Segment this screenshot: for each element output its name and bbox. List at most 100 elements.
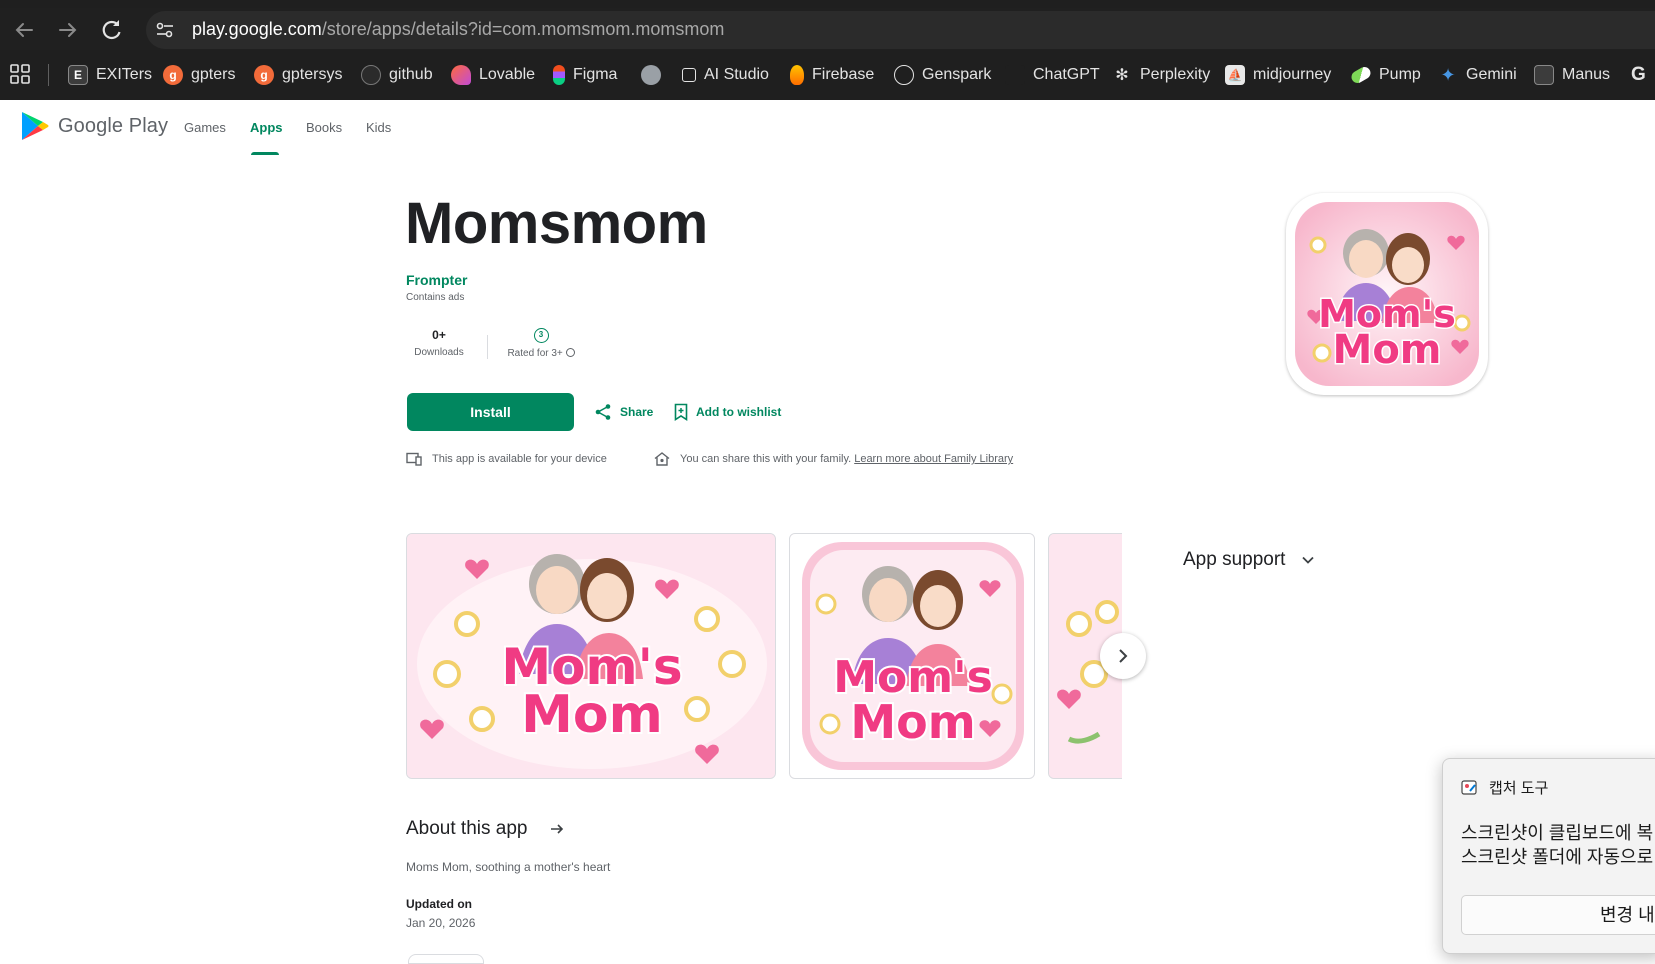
apps-grid-icon[interactable]: [10, 64, 30, 84]
browser-chrome: play.google.com/store/apps/details?id=co…: [0, 0, 1655, 100]
bookmark-perplexity[interactable]: ✻ Perplexity: [1112, 62, 1210, 88]
screenshot-1[interactable]: Mom's Mom: [406, 533, 776, 779]
arrow-forward-icon: [551, 824, 564, 834]
screenshot-2-artwork: Mom's Mom: [790, 534, 1034, 778]
arrow-right-icon: [59, 23, 77, 37]
screenshot-2[interactable]: Mom's Mom: [789, 533, 1035, 779]
toast-edit-button[interactable]: 변경 내: [1461, 895, 1655, 935]
screenshot-1-artwork: Mom's Mom: [407, 534, 775, 778]
back-button[interactable]: [10, 16, 38, 44]
family-note-text: You can share this with your family.: [680, 453, 852, 465]
family-home-icon: [654, 452, 670, 466]
bookmark-firebase[interactable]: Firebase: [790, 62, 874, 88]
bookmark-label: Lovable: [479, 66, 536, 83]
bookmark-label: Perplexity: [1140, 66, 1211, 83]
bookmark-genspark[interactable]: Genspark: [894, 62, 991, 88]
bookmark-ai-studio[interactable]: AI Studio: [682, 62, 769, 88]
snipping-tool-icon: [1461, 779, 1477, 795]
share-label: Share: [620, 405, 654, 419]
developer-link[interactable]: Frompter: [406, 272, 467, 288]
updated-on-label: Updated on: [406, 897, 472, 911]
arrow-left-icon: [15, 23, 33, 37]
bookmark-label: Genspark: [922, 66, 992, 83]
content-rating-stat[interactable]: 3 Rated for 3+: [503, 328, 579, 359]
tab-apps[interactable]: Apps: [250, 120, 283, 135]
bookmark-gemini[interactable]: ✦ Gemini: [1438, 62, 1516, 88]
firebase-icon: [790, 65, 804, 85]
device-availability-note: This app is available for your device: [406, 452, 607, 466]
rating-label: Rated for 3+: [507, 348, 563, 359]
bookmark-chatgpt[interactable]: ChatGPT: [1005, 62, 1100, 88]
bookmark-pump[interactable]: Pump: [1349, 62, 1421, 88]
family-library-link[interactable]: Learn more about Family Library: [854, 453, 1013, 465]
bookmark-label: midjourney: [1253, 66, 1332, 83]
updated-on-value: Jan 20, 2026: [406, 916, 476, 930]
screenshots-carousel[interactable]: Mom's Mom Mom's Mom: [406, 533, 1122, 779]
tab-kids[interactable]: Kids: [366, 120, 391, 135]
figma-icon: [553, 65, 565, 85]
bookmark-gptersys[interactable]: g gptersys: [254, 62, 342, 88]
bookmark-label: Pump: [1379, 66, 1421, 83]
bookmark-github[interactable]: github: [361, 62, 433, 88]
info-icon[interactable]: [565, 348, 575, 357]
bookmark-gpters[interactable]: g gpters: [163, 62, 235, 88]
globe-icon: [641, 65, 661, 85]
url-path: /store/apps/details?id=com.momsmom.momsm…: [321, 19, 725, 39]
active-tab-indicator: [251, 152, 279, 155]
url-host: play.google.com: [192, 19, 322, 39]
carousel-next-button[interactable]: [1100, 633, 1146, 679]
wishlist-label: Add to wishlist: [696, 405, 782, 419]
family-library-note: You can share this with your family. Lea…: [654, 452, 1013, 466]
reload-button[interactable]: [98, 16, 126, 44]
share-icon: [595, 404, 611, 420]
bookmark-label: gpters: [191, 66, 236, 83]
bookmark-add-icon: [674, 403, 688, 421]
address-bar-row: play.google.com/store/apps/details?id=co…: [0, 8, 1655, 50]
toast-message-line-2: 스크린샷 폴더에 자동으로: [1461, 847, 1654, 867]
bookmark-google[interactable]: G: [1631, 62, 1646, 88]
bookmark-lovable[interactable]: Lovable: [451, 62, 535, 88]
address-bar[interactable]: play.google.com/store/apps/details?id=co…: [146, 11, 1655, 49]
url-text[interactable]: play.google.com/store/apps/details?id=co…: [192, 19, 724, 40]
bookmark-label: AI Studio: [704, 66, 769, 83]
google-play-logo[interactable]: Google Play: [20, 110, 168, 142]
perplexity-icon: ✻: [1115, 67, 1129, 84]
downloads-value: 0+: [432, 328, 446, 342]
genspark-icon: [894, 65, 914, 85]
add-to-wishlist-button[interactable]: Add to wishlist: [674, 403, 781, 421]
bookmark-label: Manus: [1562, 66, 1611, 83]
bookmark-figma[interactable]: Figma: [553, 62, 617, 88]
tab-games[interactable]: Games: [184, 120, 226, 135]
contains-ads-label: Contains ads: [406, 292, 465, 303]
reload-icon: [102, 20, 121, 40]
toast-message-line-1: 스크린샷이 클립보드에 복: [1461, 823, 1654, 843]
bookmark-globe[interactable]: [641, 62, 661, 88]
rated-3-plus-icon: 3: [533, 328, 549, 343]
gptersys-icon: g: [254, 65, 274, 85]
devices-icon: [406, 452, 422, 466]
bookmark-midjourney[interactable]: ⛵ midjourney: [1225, 62, 1331, 88]
bookmark-exiters[interactable]: E EXITers: [68, 62, 152, 88]
manus-icon: [1534, 65, 1554, 85]
screenshot-2-word-mom: Mom: [850, 695, 975, 749]
about-this-app-heading[interactable]: About this app: [406, 818, 565, 840]
screenshot-1-word-mom: Mom: [521, 685, 663, 745]
chatgpt-icon: [1005, 65, 1025, 85]
category-chip[interactable]: [408, 954, 484, 964]
app-support-toggle[interactable]: App support: [1183, 549, 1315, 571]
bookmark-label: ChatGPT: [1033, 66, 1100, 83]
downloads-stat: 0+ Downloads: [406, 328, 472, 358]
install-button[interactable]: Install: [407, 393, 574, 431]
device-note-text: This app is available for your device: [432, 453, 607, 465]
forward-button[interactable]: [54, 16, 82, 44]
share-button[interactable]: Share: [594, 403, 653, 421]
site-info-icon[interactable]: [154, 19, 176, 41]
snipping-tool-notification[interactable]: 캡처 도구 스크린샷이 클립보드에 복 스크린샷 폴더에 자동으로 변경 내: [1442, 758, 1655, 954]
chevron-down-icon: [1302, 556, 1315, 564]
bookmark-manus[interactable]: Manus: [1534, 62, 1610, 88]
app-support-label: App support: [1183, 549, 1286, 570]
midjourney-icon: ⛵: [1225, 65, 1245, 85]
bookmark-label: github: [389, 66, 433, 83]
tab-books[interactable]: Books: [306, 120, 342, 135]
ai-studio-icon: [682, 68, 696, 82]
